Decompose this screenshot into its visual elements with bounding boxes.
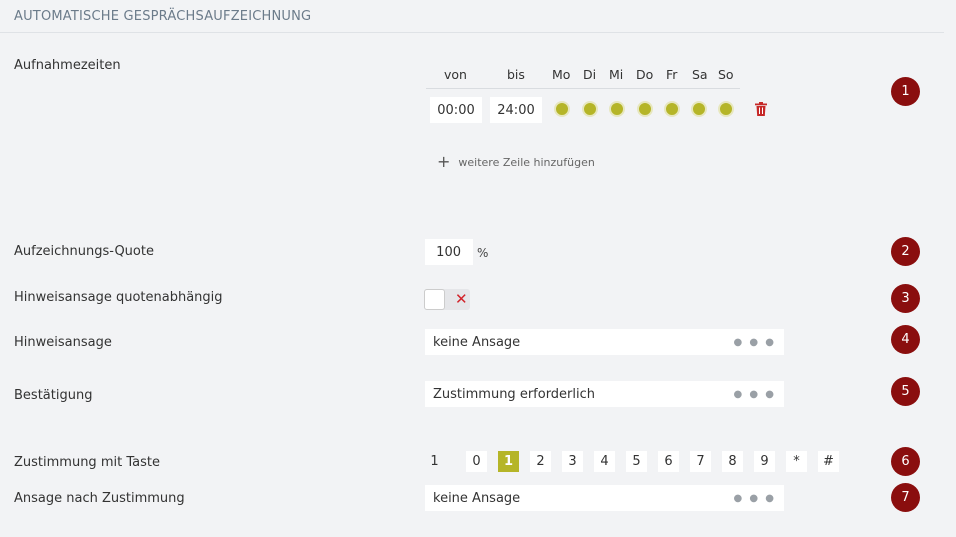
key-option-2[interactable]: 2: [530, 451, 551, 472]
after-consent-select[interactable]: keine Ansage ● ● ●: [425, 485, 784, 511]
marker-badge-1: 1: [891, 77, 920, 106]
key-option-3[interactable]: 3: [562, 451, 583, 472]
header-divider: [426, 88, 740, 89]
day-toggle-so[interactable]: [718, 101, 734, 117]
notice-label: Hinweisansage: [14, 335, 112, 350]
day-toggle-sa[interactable]: [691, 101, 707, 117]
consent-key-label: Zustimmung mit Taste: [14, 455, 160, 470]
notice-value: keine Ansage: [433, 334, 521, 350]
section-title: AUTOMATISCHE GESPRÄCHSAUFZEICHNUNG: [14, 9, 312, 24]
notice-select[interactable]: keine Ansage ● ● ●: [425, 329, 784, 355]
confirmation-select[interactable]: Zustimmung erforderlich ● ● ●: [425, 381, 784, 407]
marker-badge-4: 4: [891, 325, 920, 354]
key-option-7[interactable]: 7: [690, 451, 711, 472]
key-option-9[interactable]: 9: [754, 451, 775, 472]
key-option-star[interactable]: *: [786, 451, 807, 472]
column-header-to: bis: [507, 67, 525, 82]
marker-badge-5: 5: [891, 377, 920, 406]
key-option-6[interactable]: 6: [658, 451, 679, 472]
day-header-so: So: [718, 67, 734, 82]
day-toggle-di[interactable]: [582, 101, 598, 117]
plus-icon: +: [437, 152, 451, 171]
after-consent-value: keine Ansage: [433, 490, 521, 506]
trash-icon[interactable]: [755, 102, 767, 116]
close-icon: ✕: [455, 290, 468, 308]
day-header-mo: Mo: [552, 67, 571, 82]
marker-badge-2: 2: [891, 237, 920, 266]
day-header-di: Di: [583, 67, 597, 82]
time-from-input[interactable]: 00:00: [430, 97, 482, 123]
key-option-hash[interactable]: #: [818, 451, 839, 472]
day-header-mi: Mi: [609, 67, 624, 82]
ellipsis-icon: ● ● ●: [733, 337, 776, 348]
marker-badge-3: 3: [891, 284, 920, 313]
confirmation-value: Zustimmung erforderlich: [433, 386, 596, 402]
column-header-from: von: [444, 67, 467, 82]
day-header-fr: Fr: [666, 67, 678, 82]
quota-label: Aufzeichnungs-Quote: [14, 244, 154, 259]
key-option-0[interactable]: 0: [466, 451, 487, 472]
key-option-5[interactable]: 5: [626, 451, 647, 472]
day-toggle-do[interactable]: [637, 101, 653, 117]
ellipsis-icon: ● ● ●: [733, 493, 776, 504]
marker-badge-6: 6: [891, 447, 920, 476]
day-toggle-fr[interactable]: [664, 101, 680, 117]
toggle-knob: [424, 289, 445, 310]
divider: [0, 32, 944, 33]
quota-unit: %: [477, 246, 489, 260]
add-row-button[interactable]: + weitere Zeile hinzufügen: [437, 154, 595, 170]
day-toggle-mo[interactable]: [554, 101, 570, 117]
quota-dependent-notice-label: Hinweisansage quotenabhängig: [14, 290, 223, 305]
after-consent-label: Ansage nach Zustimmung: [14, 491, 185, 506]
add-row-label: weitere Zeile hinzufügen: [458, 155, 595, 169]
quota-input[interactable]: 100: [425, 239, 473, 265]
marker-badge-7: 7: [891, 483, 920, 512]
recording-times-label: Aufnahmezeiten: [14, 58, 121, 73]
consent-key-1-prefix: 1: [430, 454, 439, 469]
time-to-input[interactable]: 24:00: [490, 97, 542, 123]
confirmation-label: Bestätigung: [14, 388, 93, 403]
day-header-do: Do: [636, 67, 654, 82]
day-header-sa: Sa: [692, 67, 708, 82]
key-option-1[interactable]: 1: [498, 451, 519, 472]
key-option-8[interactable]: 8: [722, 451, 743, 472]
key-option-4[interactable]: 4: [594, 451, 615, 472]
ellipsis-icon: ● ● ●: [733, 389, 776, 400]
day-toggle-mi[interactable]: [609, 101, 625, 117]
